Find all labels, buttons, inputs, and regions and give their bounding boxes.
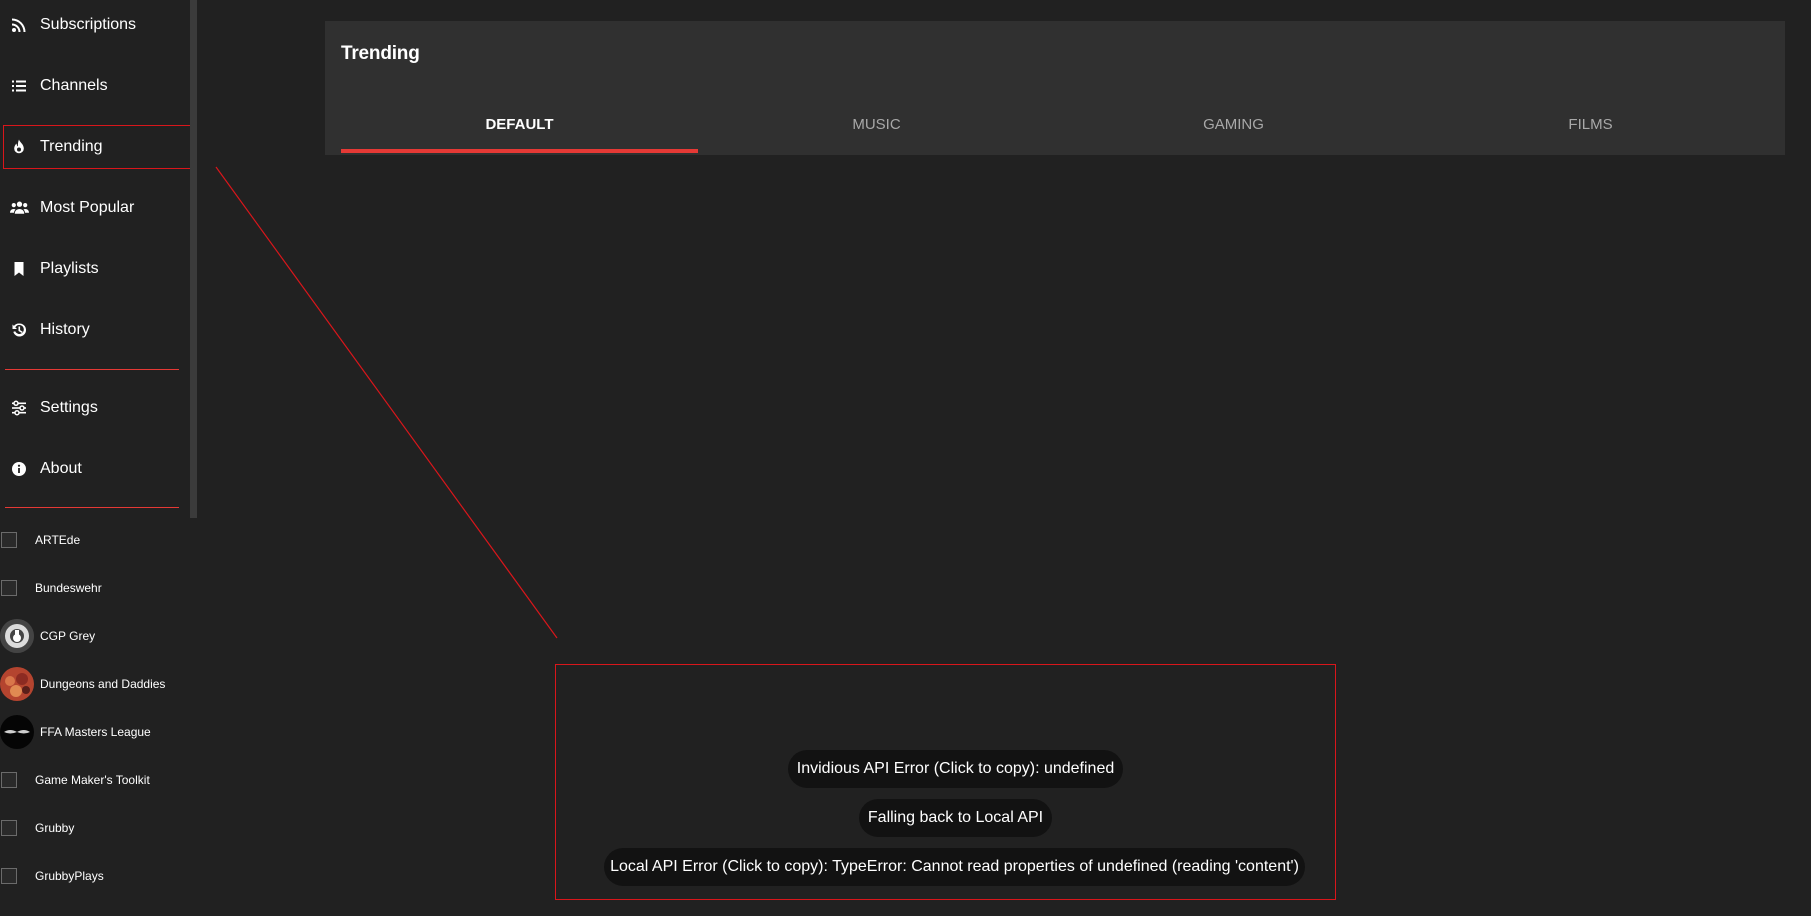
channel-avatar — [0, 667, 34, 701]
channel-item-artede[interactable]: ARTEde — [0, 522, 190, 558]
channel-item-bundeswehr[interactable]: Bundeswehr — [0, 570, 190, 606]
channel-name: ARTEde — [35, 533, 81, 547]
trending-card: Trending DEFAULT MUSIC GAMING FILMS — [325, 21, 1785, 155]
sidebar-item-most-popular[interactable]: Most Popular — [4, 187, 180, 229]
sidebar-divider — [5, 369, 179, 370]
channel-name: Grubby — [35, 821, 75, 835]
sidebar-item-label: Settings — [40, 399, 98, 416]
channel-avatar — [0, 715, 34, 749]
sidebar: Subscriptions Channels Trending Most Pop… — [0, 0, 190, 916]
sidebar-item-label: Playlists — [40, 260, 99, 277]
sidebar-item-label: History — [40, 321, 90, 338]
broken-image-icon — [1, 772, 17, 788]
sidebar-scrollbar[interactable] — [190, 0, 197, 518]
channel-name: FFA Masters League — [40, 725, 151, 739]
sidebar-item-label: Most Popular — [40, 199, 135, 216]
sidebar-divider — [5, 507, 179, 508]
broken-image-icon — [1, 820, 17, 836]
channel-name: Dungeons and Daddies — [40, 677, 166, 691]
tab-bar: DEFAULT MUSIC GAMING FILMS — [341, 103, 1769, 153]
sidebar-item-subscriptions[interactable]: Subscriptions — [4, 4, 180, 46]
channel-item-dungeons-and-daddies[interactable]: Dungeons and Daddies — [0, 666, 190, 702]
sidebar-item-label: About — [40, 460, 82, 477]
tab-films[interactable]: FILMS — [1412, 103, 1769, 153]
toast-invidious-error[interactable]: Invidious API Error (Click to copy): und… — [788, 750, 1123, 788]
rss-icon — [4, 17, 34, 33]
sidebar-item-label: Subscriptions — [40, 16, 137, 33]
history-icon — [4, 322, 34, 338]
channel-name: CGP Grey — [40, 629, 96, 643]
info-icon — [4, 461, 34, 477]
sidebar-item-playlists[interactable]: Playlists — [4, 248, 180, 290]
channel-name: GrubbyPlays — [35, 869, 104, 883]
channel-avatar — [0, 619, 34, 653]
channel-item-grubbyplays[interactable]: GrubbyPlays — [0, 858, 190, 894]
channel-item-grubby[interactable]: Grubby — [0, 810, 190, 846]
sliders-icon — [4, 400, 34, 416]
tab-gaming[interactable]: GAMING — [1055, 103, 1412, 153]
broken-image-icon — [1, 532, 17, 548]
tab-music[interactable]: MUSIC — [698, 103, 1055, 153]
sidebar-item-channels[interactable]: Channels — [4, 65, 180, 107]
toast-fallback[interactable]: Falling back to Local API — [859, 799, 1052, 837]
tab-default[interactable]: DEFAULT — [341, 103, 698, 153]
sidebar-item-trending[interactable]: Trending — [3, 125, 190, 169]
channel-name: Game Maker's Toolkit — [35, 773, 150, 787]
sidebar-item-label: Trending — [40, 138, 103, 155]
fire-icon — [4, 139, 34, 155]
page-title: Trending — [341, 43, 420, 64]
list-icon — [4, 78, 34, 94]
channel-item-ffa-masters-league[interactable]: FFA Masters League — [0, 714, 190, 750]
bookmark-icon — [4, 261, 34, 277]
channel-item-game-makers-toolkit[interactable]: Game Maker's Toolkit — [0, 762, 190, 798]
channel-name: Bundeswehr — [35, 581, 102, 595]
toast-local-api-error[interactable]: Local API Error (Click to copy): TypeErr… — [604, 848, 1305, 886]
users-icon — [4, 200, 34, 216]
sidebar-item-history[interactable]: History — [4, 309, 180, 351]
sidebar-item-settings[interactable]: Settings — [4, 387, 180, 429]
sidebar-item-about[interactable]: About — [4, 448, 180, 490]
sidebar-item-label: Channels — [40, 77, 108, 94]
broken-image-icon — [1, 580, 17, 596]
broken-image-icon — [1, 868, 17, 884]
channel-item-cgp-grey[interactable]: CGP Grey — [0, 618, 190, 654]
app-window: Subscriptions Channels Trending Most Pop… — [0, 0, 1811, 916]
